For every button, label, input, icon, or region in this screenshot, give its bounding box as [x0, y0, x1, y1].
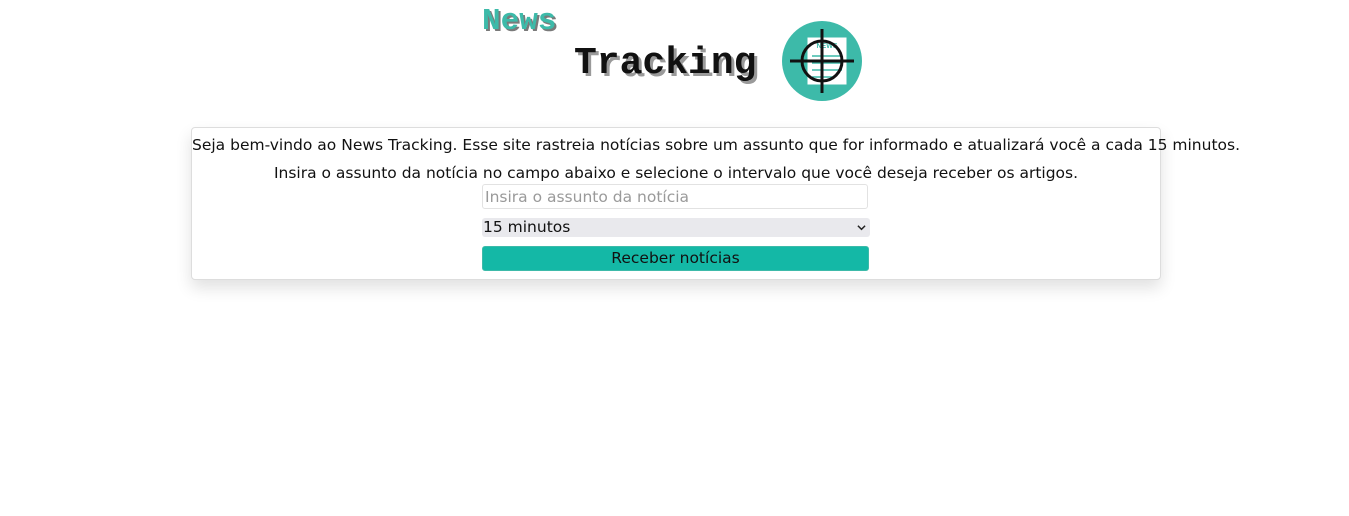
- crosshair-news-logo-icon: NEWS: [782, 21, 862, 101]
- interval-select-value: 15 minutos: [483, 218, 571, 236]
- logo-word-tracking: Tracking: [574, 42, 757, 85]
- logo-word-news: News: [482, 4, 557, 39]
- topic-input[interactable]: [482, 184, 868, 209]
- intro-text-line-2: Insira o assunto da notícia no campo aba…: [273, 164, 1079, 182]
- intro-text-line-1: Seja bem-vindo ao News Tracking. Esse si…: [192, 136, 1241, 154]
- receive-news-button[interactable]: Receber notícias: [482, 246, 869, 271]
- interval-select[interactable]: 15 minutos: [482, 218, 870, 237]
- page: News Tracking NEWS Seja bem-vindo ao New…: [0, 0, 1349, 516]
- chevron-down-icon: [857, 225, 866, 231]
- tracking-form-card: Seja bem-vindo ao News Tracking. Esse si…: [191, 127, 1241, 280]
